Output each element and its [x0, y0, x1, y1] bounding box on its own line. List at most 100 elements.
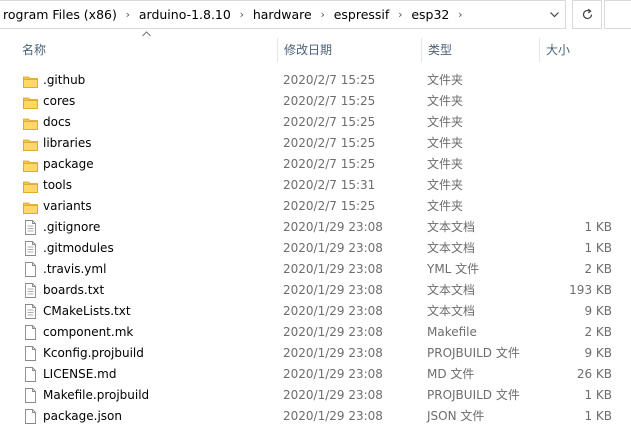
file-name: variants — [43, 199, 92, 213]
file-type: MD 文件 — [427, 367, 475, 381]
file-size: 9 KB — [584, 304, 612, 318]
file-type: 文本文档 — [427, 220, 476, 234]
text-document-icon — [25, 283, 36, 298]
file-type: JSON 文件 — [427, 409, 485, 423]
file-name: package.json — [43, 409, 123, 423]
file-row[interactable]: Makefile.projbuild 2020/1/29 23:08 PROJBUI… — [0, 385, 631, 406]
file-type: 文本文档 — [427, 304, 476, 318]
column-header-size[interactable]: 大小 — [540, 38, 631, 62]
file-type: 文件夹 — [427, 94, 464, 108]
refresh-icon — [582, 8, 592, 20]
breadcrumb-item[interactable]: esp32 — [408, 1, 452, 28]
file-size: 193 KB — [569, 283, 612, 297]
file-row[interactable]: CMakeLists.txt 2020/1/29 23:08 文本文档 9 KB — [0, 301, 631, 322]
folder-row[interactable]: docs 2020/2/7 15:25 文件夹 — [0, 112, 631, 133]
file-row[interactable]: .gitignore 2020/1/29 23:08 文本文档 1 KB — [0, 217, 631, 238]
file-name: Makefile.projbuild — [43, 388, 150, 402]
file-row[interactable]: component.mk 2020/1/29 23:08 Makefile 2 KB — [0, 322, 631, 343]
folder-icon — [23, 76, 38, 88]
file-date: 2020/1/29 23:08 — [283, 241, 383, 255]
file-date: 2020/1/29 23:08 — [283, 367, 383, 381]
file-icon — [25, 367, 36, 382]
text-document-icon — [25, 304, 36, 319]
file-date: 2020/1/29 23:08 — [283, 304, 383, 318]
column-header-type[interactable]: 类型 — [422, 38, 540, 62]
breadcrumb-label: rogram Files (x86) — [3, 7, 117, 22]
file-name: .github — [43, 73, 86, 87]
file-type: 文件夹 — [427, 178, 464, 192]
file-name: .gitignore — [43, 220, 101, 234]
breadcrumb-item[interactable]: arduino-1.8.10 — [136, 1, 234, 28]
file-row[interactable]: .travis.yml 2020/1/29 23:08 YML 文件 2 KB — [0, 259, 631, 280]
file-date: 2020/1/29 23:08 — [283, 346, 383, 360]
folder-row[interactable]: .github 2020/2/7 15:25 文件夹 — [0, 70, 631, 91]
file-size: 2 KB — [584, 325, 612, 339]
text-document-icon — [25, 220, 36, 235]
breadcrumb-label: arduino-1.8.10 — [138, 7, 231, 22]
folder-row[interactable]: package 2020/2/7 15:25 文件夹 — [0, 154, 631, 175]
file-date: 2020/1/29 23:08 — [283, 283, 383, 297]
file-date: 2020/1/29 23:08 — [283, 388, 383, 402]
file-size: 1 KB — [584, 220, 612, 234]
breadcrumb-item[interactable]: hardware — [250, 1, 315, 28]
breadcrumb-label: esp32 — [411, 7, 450, 22]
column-header-date[interactable]: 修改日期 — [278, 38, 422, 62]
breadcrumb-item[interactable]: rogram Files (x86) — [0, 1, 120, 28]
file-type: 文本文档 — [427, 283, 476, 297]
file-size: 1 KB — [584, 241, 612, 255]
folder-icon — [23, 139, 38, 151]
file-row[interactable]: package.json 2020/1/29 23:08 JSON 文件 1 KB — [0, 406, 631, 427]
file-date: 2020/1/29 23:08 — [283, 262, 383, 276]
file-row[interactable]: LICENSE.md 2020/1/29 23:08 MD 文件 26 KB — [0, 364, 631, 385]
folder-icon — [23, 160, 38, 172]
file-date: 2020/2/7 15:31 — [283, 178, 376, 192]
breadcrumb-item[interactable]: espressif — [331, 1, 393, 28]
chevron-right-icon[interactable]: › — [120, 8, 136, 21]
chevron-right-icon[interactable]: › — [234, 8, 250, 21]
file-type: Makefile — [427, 325, 477, 339]
file-date: 2020/1/29 23:08 — [283, 409, 383, 423]
breadcrumb-label: espressif — [333, 7, 390, 22]
file-type: PROJBUILD 文件 — [427, 346, 520, 360]
folder-icon — [23, 202, 38, 214]
file-type: YML 文件 — [427, 262, 480, 276]
file-row[interactable]: .gitmodules 2020/1/29 23:08 文本文档 1 KB — [0, 238, 631, 259]
file-name: .gitmodules — [43, 241, 114, 255]
column-header: 名称 修改日期 类型 大小 — [0, 31, 631, 62]
address-bar[interactable]: rogram Files (x86) › arduino-1.8.10 › ha… — [0, 0, 566, 29]
file-type: PROJBUILD 文件 — [427, 388, 520, 402]
file-icon — [25, 325, 36, 340]
column-header-name[interactable]: 名称 — [16, 38, 278, 62]
file-type: 文本文档 — [427, 241, 476, 255]
file-name: LICENSE.md — [43, 367, 117, 381]
chevron-right-icon[interactable]: › — [392, 8, 408, 21]
folder-icon — [23, 181, 38, 193]
folder-row[interactable]: cores 2020/2/7 15:25 文件夹 — [0, 91, 631, 112]
chevron-down-icon[interactable] — [543, 1, 565, 28]
chevron-right-icon[interactable]: › — [452, 8, 468, 21]
folder-row[interactable]: tools 2020/2/7 15:31 文件夹 — [0, 175, 631, 196]
file-name: CMakeLists.txt — [43, 304, 131, 318]
folder-row[interactable]: libraries 2020/2/7 15:25 文件夹 — [0, 133, 631, 154]
file-name: libraries — [43, 136, 92, 150]
file-date: 2020/2/7 15:25 — [283, 157, 376, 171]
file-type: 文件夹 — [427, 157, 464, 171]
text-document-icon — [25, 241, 36, 256]
search-box[interactable] — [604, 0, 631, 29]
folder-row[interactable]: variants 2020/2/7 15:25 文件夹 — [0, 196, 631, 217]
file-icon — [25, 409, 36, 424]
file-size: 1 KB — [584, 388, 612, 402]
file-list: .github 2020/2/7 15:25 文件夹 cores 2020/2/7 15… — [0, 70, 631, 427]
chevron-right-icon[interactable]: › — [315, 8, 331, 21]
file-name: package — [43, 157, 94, 171]
column-header-label: 类型 — [428, 43, 453, 57]
column-header-label: 修改日期 — [284, 43, 333, 57]
file-icon — [25, 388, 36, 403]
file-row[interactable]: Kconfig.projbuild 2020/1/29 23:08 PROJBUIL… — [0, 343, 631, 364]
file-date: 2020/2/7 15:25 — [283, 199, 376, 213]
refresh-button[interactable] — [572, 0, 602, 29]
file-size: 2 KB — [584, 262, 612, 276]
file-row[interactable]: boards.txt 2020/1/29 23:08 文本文档 193 KB — [0, 280, 631, 301]
file-date: 2020/2/7 15:25 — [283, 136, 376, 150]
breadcrumb-label: hardware — [252, 7, 312, 22]
